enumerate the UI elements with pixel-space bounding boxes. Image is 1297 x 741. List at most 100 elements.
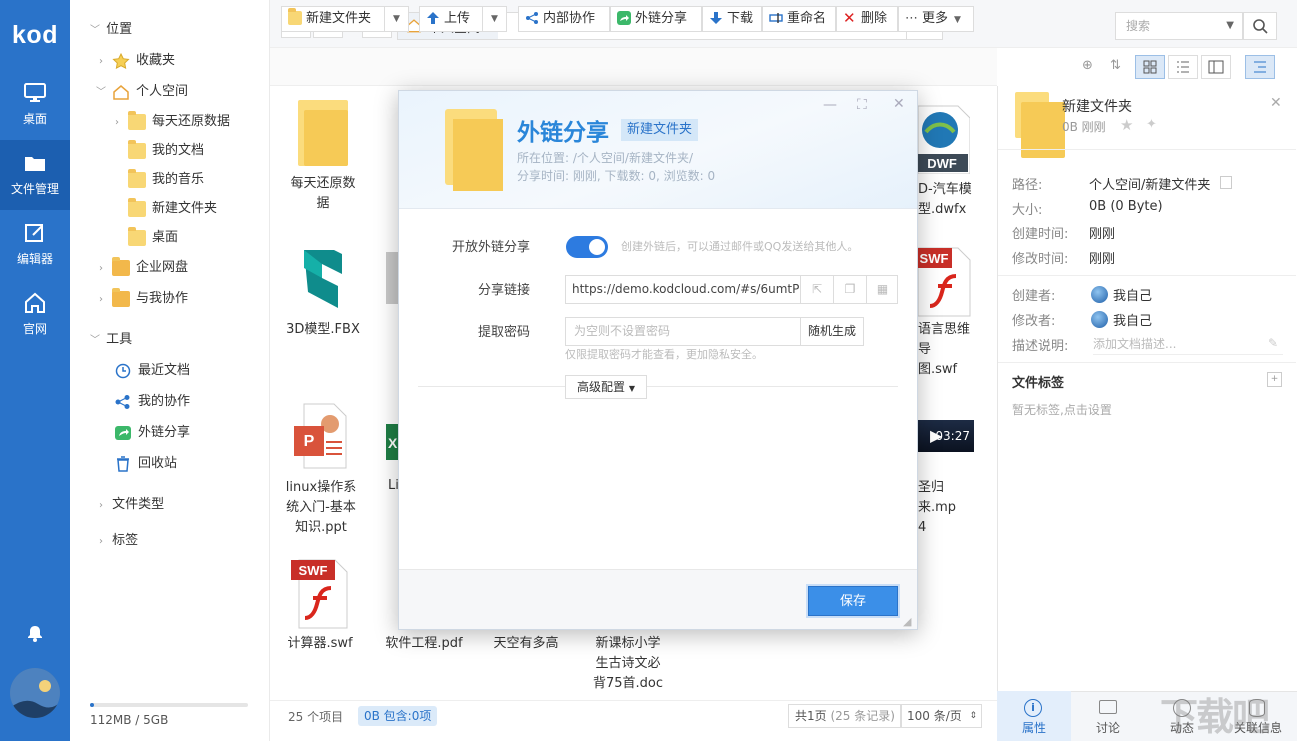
page-size-select[interactable]: 100 条/页 ⇕	[900, 704, 982, 728]
password-input[interactable]: 为空则不设置密码	[565, 317, 801, 346]
sort-icon[interactable]: ⇅	[1110, 58, 1126, 74]
copy-icon[interactable]: ❐	[833, 276, 866, 303]
rail-item-desktop[interactable]: 桌面	[0, 70, 70, 140]
tree-item-child[interactable]: 新建文件夹	[124, 195, 217, 223]
tree-item-my-collab[interactable]: 我的协作	[110, 388, 190, 416]
file-item[interactable]: 3D模型.FBX	[281, 244, 365, 340]
prop-creator[interactable]: 我自己	[1113, 285, 1152, 304]
tags-empty[interactable]: 暂无标签,点击设置	[1012, 401, 1112, 418]
file-item[interactable]: 天空有多高	[484, 634, 568, 654]
prop-label: 大小:	[1012, 203, 1043, 218]
chevron-right-icon: ›	[99, 56, 103, 67]
rail-item-label: 桌面	[22, 112, 47, 126]
user-avatar-icon	[1091, 311, 1108, 328]
advanced-settings-button[interactable]: 高级配置 ▼	[565, 375, 647, 399]
quota-fill	[90, 703, 94, 707]
collab-folder-icon	[112, 287, 130, 307]
toggle-panel-button[interactable]	[1245, 55, 1275, 79]
more-button[interactable]: ⋯ 更多 ▼	[898, 6, 974, 32]
tab-properties[interactable]: i 属性	[997, 691, 1071, 741]
random-password-button[interactable]: 随机生成	[800, 317, 864, 346]
search-button[interactable]	[1243, 12, 1277, 40]
tree-item-external-share[interactable]: 外链分享	[110, 419, 190, 447]
dialog-location: 所在位置: /个人空间/新建文件夹/	[517, 151, 693, 165]
tree-item-child[interactable]: 我的文档	[124, 137, 204, 165]
folder-icon	[1015, 92, 1065, 158]
share-toggle[interactable]	[566, 236, 608, 258]
save-button[interactable]: 保存	[808, 586, 898, 616]
rail-item-editor[interactable]: 编辑器	[0, 210, 70, 280]
tree-item-enterprise[interactable]: › 企业网盘	[94, 254, 188, 282]
bell-icon[interactable]	[24, 622, 46, 644]
prop-modifier[interactable]: 我自己	[1113, 310, 1152, 329]
avatar[interactable]	[10, 668, 60, 718]
app-logo[interactable]: kod	[0, 0, 70, 68]
chevron-down-icon: ﹀	[90, 25, 100, 36]
file-label: D-汽车模 型.dwfx	[918, 182, 972, 217]
tab-discussion[interactable]: 讨论	[1071, 691, 1145, 741]
star-icon[interactable]: ★	[1120, 116, 1133, 134]
download-button[interactable]: 下载	[702, 6, 762, 32]
rename-button[interactable]: 重命名	[762, 6, 836, 32]
file-label: 语言思维导 图.swf	[918, 322, 971, 377]
tree-item-child[interactable]: 我的音乐	[124, 166, 204, 194]
maximize-icon[interactable]: ⛶	[857, 97, 867, 113]
delete-button[interactable]: ✕ 删除	[836, 6, 898, 32]
svg-text:SWF: SWF	[299, 563, 328, 578]
share-link-input[interactable]: https://demo.kodcloud.com/#s/6umtPql	[572, 282, 800, 296]
chevron-down-icon[interactable]: ▼	[1226, 13, 1234, 39]
qrcode-icon[interactable]: ▦	[866, 276, 898, 303]
view-split-button[interactable]	[1201, 55, 1231, 79]
close-icon[interactable]: ✕	[893, 96, 905, 112]
tree-item-child[interactable]: 桌面	[124, 224, 178, 252]
new-folder-button[interactable]: 新建文件夹 ▼	[281, 6, 409, 32]
description-input[interactable]: 添加文档描述...	[1093, 335, 1283, 355]
internal-collab-button[interactable]: 内部协作	[518, 6, 610, 32]
tag-add-icon[interactable]: +	[1267, 372, 1282, 387]
edit-icon[interactable]: ✎	[1268, 336, 1278, 350]
resize-grip-icon[interactable]: ◢	[903, 615, 911, 628]
file-item[interactable]: SWF 计算器.swf	[278, 558, 362, 654]
external-share-button[interactable]: 外链分享	[610, 6, 702, 32]
tree-item-personal[interactable]: ﹀ 个人空间	[94, 78, 188, 106]
tree-item-recent[interactable]: 最近文档	[110, 357, 190, 385]
file-item[interactable]: 每天还原数据	[281, 100, 365, 214]
quota-bar	[90, 703, 248, 707]
selection-badge: 0B 包含:0项	[358, 706, 438, 726]
file-item[interactable]: 新课标小学 生古诗文必 背75首.doc	[586, 634, 670, 694]
chevron-down-icon[interactable]: ▼	[482, 7, 506, 31]
folder-icon	[128, 110, 146, 130]
minimize-icon[interactable]: —	[823, 97, 837, 113]
file-item[interactable]: 软件工程.pdf	[382, 634, 466, 654]
tree-item-favorites[interactable]: › 收藏夹	[94, 47, 175, 75]
file-item[interactable]: P linux操作系 统入门-基本 知识.ppt	[276, 402, 366, 538]
pin-icon[interactable]: ✦	[1146, 117, 1157, 132]
tree-section-location[interactable]: ﹀ 位置	[88, 16, 132, 44]
tree-item-child[interactable]: › 每天还原数据	[110, 108, 230, 136]
panel-icon	[1254, 61, 1266, 73]
share-link-field[interactable]: https://demo.kodcloud.com/#s/6umtPql ⇱ ❐…	[565, 275, 898, 304]
view-list-button[interactable]	[1168, 55, 1198, 79]
chevron-down-icon[interactable]: ▼	[384, 7, 408, 31]
view-icons-button[interactable]	[1135, 55, 1165, 79]
tree-section-tags[interactable]: › 标签	[94, 527, 138, 555]
pagination[interactable]: 共1页 (25 条记录)	[788, 704, 902, 728]
tree-item-recycle[interactable]: 回收站	[110, 450, 177, 478]
tree-item-collab[interactable]: › 与我协作	[94, 285, 188, 313]
open-link-icon[interactable]: ⇱	[800, 276, 833, 303]
quota-text: 112MB / 5GB	[90, 713, 169, 727]
prop-label: 创建时间:	[1012, 227, 1069, 242]
chevron-down-icon: ﹀	[96, 87, 106, 98]
rail-item-files[interactable]: 文件管理	[0, 140, 70, 210]
copy-icon[interactable]	[1220, 176, 1232, 189]
search-icon	[1253, 19, 1268, 34]
upload-button[interactable]: 上传 ▼	[419, 6, 507, 32]
home-folder-icon	[113, 84, 129, 100]
tree-section-tools[interactable]: ﹀ 工具	[88, 326, 132, 354]
rail-item-website[interactable]: 官网	[0, 280, 70, 350]
dialog-title: 外链分享	[517, 120, 609, 146]
search-input[interactable]: 搜索 ▼	[1115, 12, 1243, 40]
tree-section-file-types[interactable]: › 文件类型	[94, 491, 164, 519]
zoom-icon[interactable]: ⊕	[1082, 58, 1098, 74]
close-icon[interactable]: ✕	[1270, 95, 1282, 111]
